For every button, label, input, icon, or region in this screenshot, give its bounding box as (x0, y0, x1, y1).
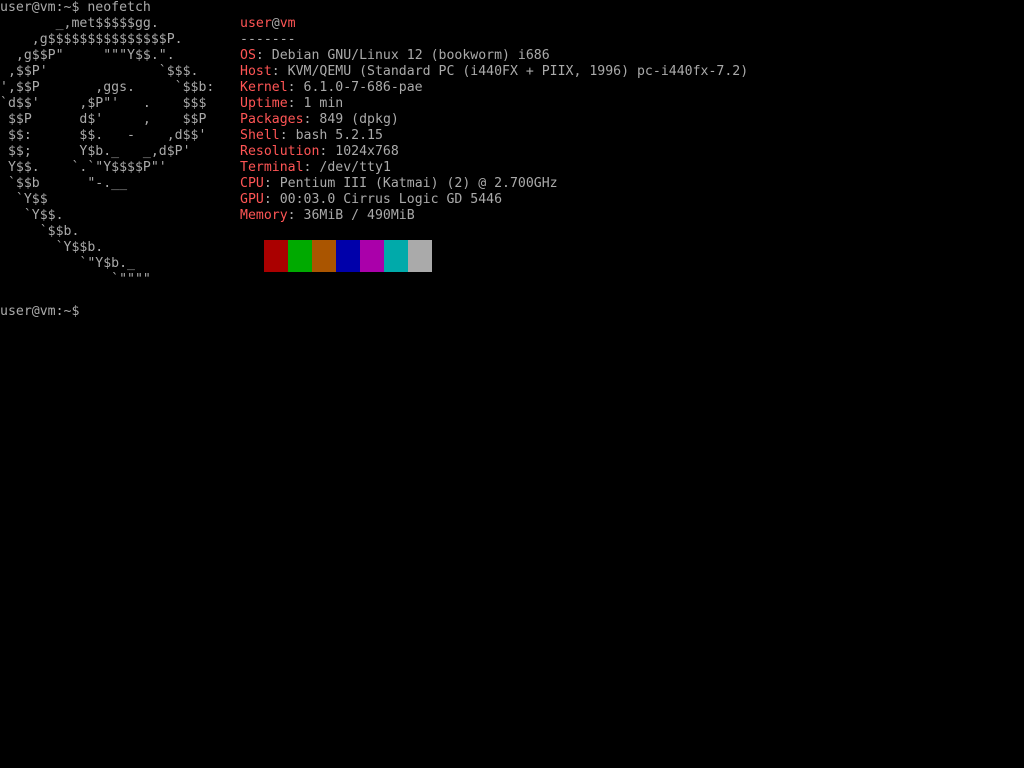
info-rows: OS: Debian GNU/Linux 12 (bookworm) i686 H… (240, 48, 748, 224)
info-colon: : (279, 128, 296, 143)
title-host: vm (279, 16, 296, 31)
info-row-shell: Shell: bash 5.2.15 (240, 128, 748, 144)
terminal-screen[interactable]: user@vm:~$ neofetch _,met$$$$$gg. ,g$$$$… (0, 0, 1024, 768)
final-prompt[interactable]: user@vm:~$ (0, 304, 79, 320)
logo-line: `Y$$ (15, 192, 48, 207)
info-colon: : (303, 112, 320, 127)
logo-line: $$P d$' , $$P (7, 112, 207, 127)
info-title: user@vm (240, 16, 748, 32)
info-row-os: OS: Debian GNU/Linux 12 (bookworm) i686 (240, 48, 748, 64)
info-value: 00:03.0 Cirrus Logic GD 5446 (279, 192, 503, 207)
logo-line: `"Y$b._ (79, 256, 135, 271)
info-value: KVM/QEMU (Standard PC (i440FX + PIIX, 19… (287, 64, 749, 79)
debian-logo-ascii-art: _,met$$$$$gg. ,g$$$$$$$$$$$$$$$P. ,g$$P"… (0, 16, 214, 288)
logo-line: `Y$$. (23, 208, 64, 223)
logo-line: $$: $$. - ,d$$' (7, 128, 207, 143)
logo-line: `"""" (0, 272, 151, 287)
color-swatch (384, 240, 408, 272)
info-value: 1 min (303, 96, 344, 111)
title-at: @ (271, 16, 280, 31)
color-swatch (264, 240, 288, 272)
color-swatch (312, 240, 336, 272)
logo-line: ,$$P' `$$$. (7, 64, 199, 79)
info-key: Memory (240, 208, 288, 223)
prompt: user@vm:~$ (0, 0, 80, 15)
logo-line: `Y$$b. (55, 240, 104, 255)
info-key: Shell (240, 128, 280, 143)
info-key: GPU (240, 192, 264, 207)
logo-line: _,met$$$$$gg. (55, 16, 159, 31)
info-key: OS (240, 48, 256, 63)
logo-line: $$; Y$b._ _,d$P' (7, 144, 191, 159)
logo-line: ',$$P ,ggs. `$$b: (0, 80, 215, 95)
info-colon: : (303, 160, 320, 175)
info-colon: : (287, 80, 304, 95)
info-row-packages: Packages: 849 (dpkg) (240, 112, 748, 128)
info-value: 6.1.0-7-686-pae (303, 80, 423, 95)
info-value: bash 5.2.15 (295, 128, 383, 143)
command-line: user@vm:~$ neofetch (0, 0, 151, 16)
title-user: user (240, 16, 272, 31)
logo-line: ,g$$P" """Y$$.". (15, 48, 175, 63)
info-row-memory: Memory: 36MiB / 490MiB (240, 208, 748, 224)
info-key: Uptime (240, 96, 288, 111)
info-row-uptime: Uptime: 1 min (240, 96, 748, 112)
info-colon: : (271, 64, 288, 79)
command-text: neofetch (79, 0, 151, 15)
info-colon: : (263, 176, 280, 191)
info-value: /dev/tty1 (319, 160, 391, 175)
info-key: CPU (240, 176, 264, 191)
info-row-kernel: Kernel: 6.1.0-7-686-pae (240, 80, 748, 96)
info-row-gpu: GPU: 00:03.0 Cirrus Logic GD 5446 (240, 192, 748, 208)
logo-line: `$$b. (39, 224, 80, 239)
info-key: Packages (240, 112, 304, 127)
info-row-terminal: Terminal: /dev/tty1 (240, 160, 748, 176)
info-value: Pentium III (Katmai) (2) @ 2.700GHz (279, 176, 558, 191)
info-row-cpu: CPU: Pentium III (Katmai) (2) @ 2.700GHz (240, 176, 748, 192)
info-key: Resolution (240, 144, 320, 159)
info-colon: : (287, 96, 304, 111)
info-separator: ------- (240, 32, 296, 47)
logo-line: `$$b "-.__ (7, 176, 128, 191)
info-colon: : (263, 192, 280, 207)
logo-line: `d$$' ,$P"' . $$$ (0, 96, 207, 111)
info-row-resolution: Resolution: 1024x768 (240, 144, 748, 160)
info-colon: : (255, 48, 272, 63)
info-key: Host (240, 64, 272, 79)
color-swatch (336, 240, 360, 272)
color-swatch (408, 240, 432, 272)
info-value: Debian GNU/Linux 12 (bookworm) i686 (271, 48, 550, 63)
info-value: 849 (dpkg) (319, 112, 399, 127)
system-info-panel: user@vm ------- OS: Debian GNU/Linux 12 … (240, 16, 748, 224)
info-value: 36MiB / 490MiB (303, 208, 415, 223)
info-key: Kernel (240, 80, 288, 95)
logo-line: Y$$. `.`"Y$$$$P"' (7, 160, 167, 175)
info-row-host: Host: KVM/QEMU (Standard PC (i440FX + PI… (240, 64, 748, 80)
color-swatch (288, 240, 312, 272)
info-colon: : (287, 208, 304, 223)
color-palette (264, 240, 432, 272)
color-swatch (360, 240, 384, 272)
info-key: Terminal (240, 160, 304, 175)
logo-line: ,g$$$$$$$$$$$$$$$P. (31, 32, 183, 47)
info-colon: : (319, 144, 336, 159)
info-value: 1024x768 (335, 144, 399, 159)
